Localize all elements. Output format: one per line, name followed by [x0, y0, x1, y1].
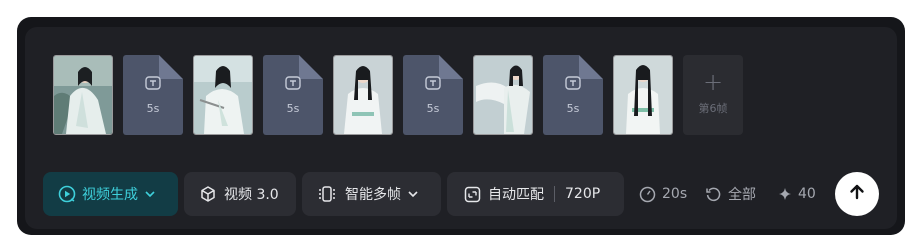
mode-label: 视频生成: [82, 187, 138, 203]
arrow-up-icon: [847, 182, 867, 206]
add-frame-button[interactable]: + 第6帧: [683, 55, 743, 135]
segment-duration: 5s: [146, 102, 160, 115]
aspect-ratio-icon: [464, 186, 481, 203]
timer-icon: [639, 186, 656, 203]
plus-icon: +: [702, 68, 724, 96]
credits-indicator: 40: [778, 172, 816, 216]
scope-label: 全部: [728, 187, 756, 203]
frame-mode-dropdown[interactable]: 智能多帧: [302, 172, 441, 216]
page-fold: [299, 55, 323, 79]
text-frame-icon: [144, 74, 162, 96]
keyframe-image-2[interactable]: [193, 55, 253, 135]
keyframe-image-3[interactable]: [333, 55, 393, 135]
keyframe-image-1[interactable]: [53, 55, 113, 135]
keyframe-segment-1[interactable]: 5s: [123, 55, 183, 135]
aspect-ratio-selector[interactable]: 自动匹配 720P: [447, 172, 624, 216]
segment-duration: 5s: [566, 102, 580, 115]
duration-selector[interactable]: 20s: [639, 172, 687, 216]
keyframe-segment-4[interactable]: 5s: [543, 55, 603, 135]
page-fold: [159, 55, 183, 79]
sparkle-icon: [778, 187, 792, 201]
model-selector[interactable]: 视频 3.0: [184, 172, 296, 216]
mode-dropdown[interactable]: 视频生成: [43, 172, 178, 216]
resolution-label: 720P: [565, 186, 601, 202]
frame-mode-label: 智能多帧: [345, 187, 401, 203]
chevron-down-icon: [144, 188, 156, 200]
segment-duration: 5s: [286, 102, 300, 115]
refresh-icon: [705, 186, 722, 203]
prompt-panel: 5s 5s 5s 5s + 第6帧 视频生成 视频 3.0 智能多帧 自动匹配 …: [25, 27, 897, 229]
chevron-down-icon: [407, 188, 419, 200]
ratio-label: 自动匹配: [488, 187, 544, 203]
keyframe-image-5[interactable]: [613, 55, 673, 135]
submit-button[interactable]: [835, 172, 879, 216]
credits-label: 40: [798, 186, 816, 202]
video-play-icon: [57, 184, 77, 204]
page-fold: [579, 55, 603, 79]
model-label: 视频 3.0: [224, 187, 279, 203]
text-frame-icon: [424, 74, 442, 96]
prompt-container: 5s 5s 5s 5s + 第6帧 视频生成 视频 3.0 智能多帧 自动匹配 …: [17, 17, 905, 235]
duration-label: 20s: [662, 186, 688, 202]
add-frame-label: 第6帧: [698, 102, 728, 115]
text-frame-icon: [284, 74, 302, 96]
segment-duration: 5s: [426, 102, 440, 115]
page-fold: [439, 55, 463, 79]
multi-frame-icon: [318, 185, 336, 203]
keyframe-segment-3[interactable]: 5s: [403, 55, 463, 135]
scope-selector[interactable]: 全部: [705, 172, 763, 216]
keyframe-segment-2[interactable]: 5s: [263, 55, 323, 135]
keyframe-image-4[interactable]: [473, 55, 533, 135]
divider: [554, 186, 555, 202]
cube-icon: [199, 185, 217, 203]
text-frame-icon: [564, 74, 582, 96]
